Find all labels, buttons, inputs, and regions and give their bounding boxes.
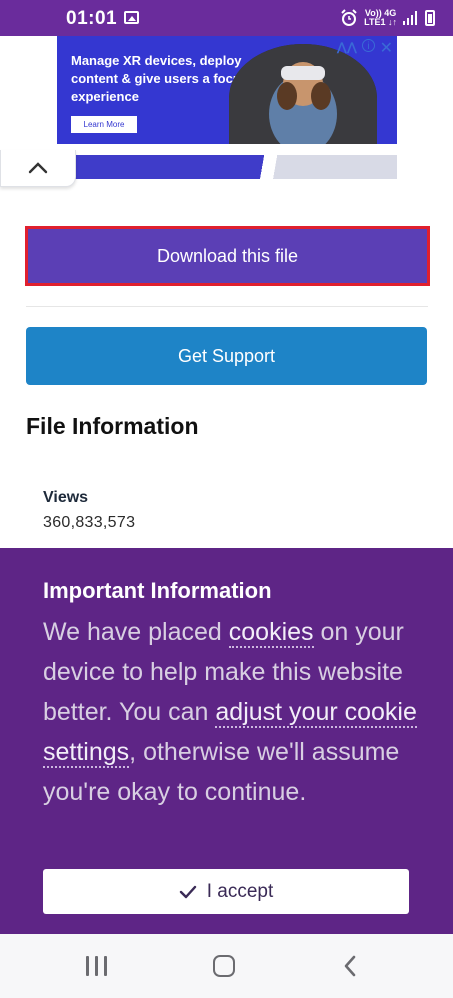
- ad-photo: [229, 44, 377, 144]
- ad-photo-illustration: [229, 44, 377, 144]
- cookie-banner: Important Information We have placed coo…: [0, 548, 453, 934]
- ad-logo: ⋀⋀: [336, 40, 357, 54]
- status-time: 01:01: [66, 8, 118, 29]
- ad-info-icon[interactable]: i: [362, 39, 375, 52]
- ad-banner[interactable]: Manage XR devices, deploy content & give…: [57, 36, 397, 144]
- accept-label: I accept: [206, 880, 274, 902]
- cookie-banner-title: Important Information: [43, 578, 272, 603]
- back-icon[interactable]: [342, 954, 358, 978]
- battery-icon: [425, 10, 435, 26]
- status-icons: Vo)) 4G LTE1 ↓↑: [340, 6, 435, 30]
- file-information-heading: File Information: [26, 413, 199, 439]
- alarm-icon: [341, 9, 357, 26]
- download-file-button[interactable]: Download this file: [25, 226, 430, 286]
- home-icon[interactable]: [213, 955, 235, 977]
- chevron-up-icon: [28, 162, 48, 174]
- cookies-link[interactable]: cookies: [228, 618, 314, 648]
- navigation-bar: [0, 934, 453, 998]
- network-indicator: Vo)) 4G LTE1 ↓↑: [364, 8, 397, 27]
- views-value: 360,833,573: [43, 514, 136, 531]
- status-bar: 01:01 Vo)) 4G LTE1 ↓↑: [0, 0, 453, 36]
- ad-learn-more-button[interactable]: Learn More: [71, 116, 137, 133]
- gallery-icon: [124, 11, 139, 24]
- divider: [26, 306, 428, 307]
- ad-collapse-button[interactable]: [0, 150, 76, 187]
- recent-apps-icon[interactable]: [86, 956, 108, 976]
- cookie-banner-text: We have placed cookies on your device to…: [43, 618, 417, 806]
- checkmark-icon: [179, 885, 196, 898]
- ad-close-icon[interactable]: ✕: [380, 38, 393, 58]
- views-label: Views: [43, 489, 89, 506]
- ad-image-strip: [75, 155, 397, 179]
- signal-icon: [403, 11, 419, 25]
- accept-cookies-button[interactable]: I accept: [43, 869, 409, 914]
- get-support-button[interactable]: Get Support: [26, 327, 427, 385]
